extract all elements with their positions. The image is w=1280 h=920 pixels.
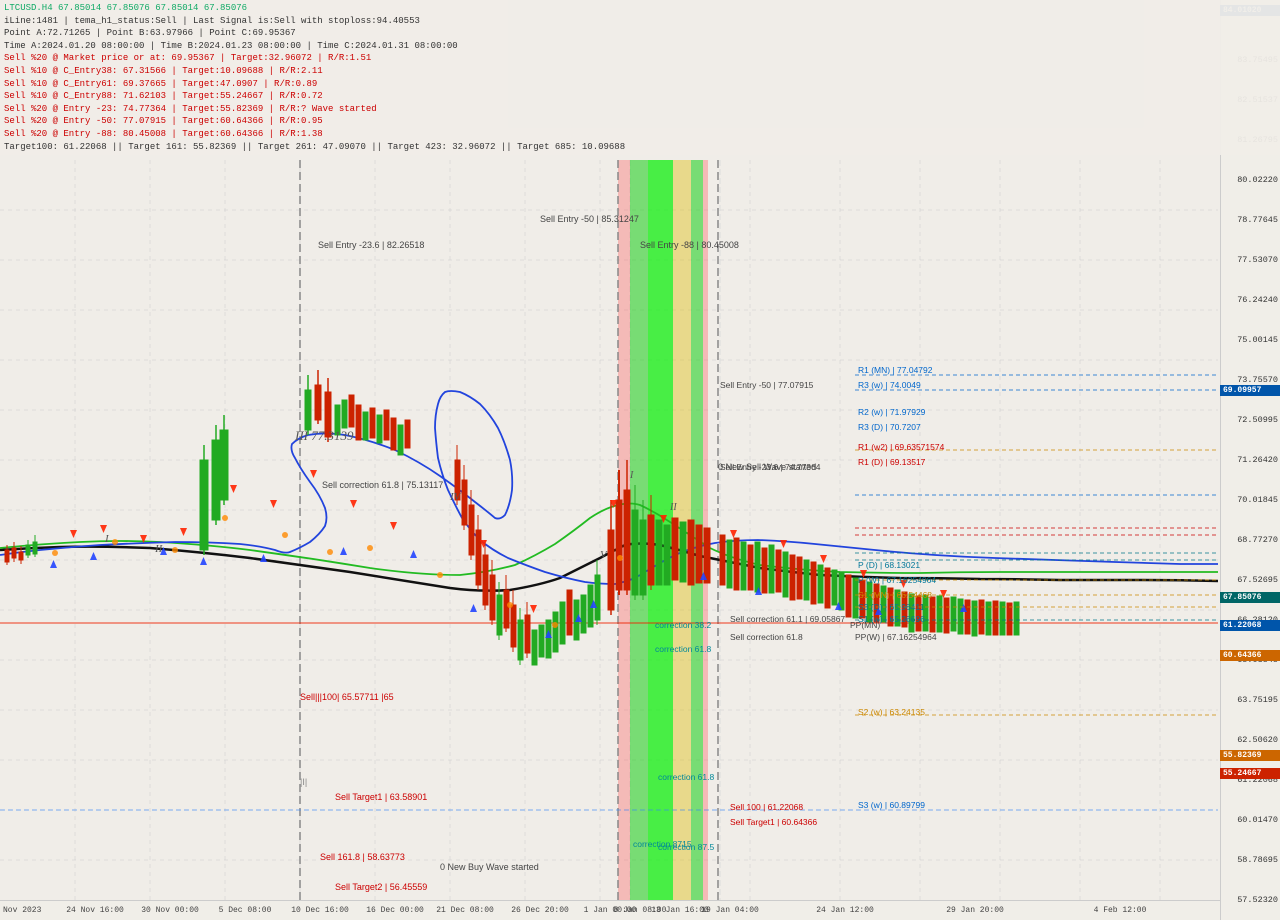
svg-text:Sell Target1 | 60.64366: Sell Target1 | 60.64366 <box>730 817 817 827</box>
info-line8: Sell %10 @ C_Entry88: 71.62103 | Target:… <box>4 90 1276 103</box>
svg-text:P (W) | 67.16254964: P (W) | 67.16254964 <box>858 575 936 585</box>
svg-text:P (D) | 68.13021: P (D) | 68.13021 <box>858 560 920 570</box>
svg-text:PP(W) | 67.16254964: PP(W) | 67.16254964 <box>855 632 937 642</box>
price-71: 71.26420 <box>1237 455 1278 465</box>
price-58: 58.78695 <box>1237 855 1278 865</box>
svg-text:R3 (D) | 70.7207: R3 (D) | 70.7207 <box>858 422 921 432</box>
x-label-10: 13 Jan 16:00 <box>651 906 709 915</box>
svg-text:correction 61.8: correction 61.8 <box>655 644 711 654</box>
info-line9: Sell %20 @ Entry -23: 74.77364 | Target:… <box>4 103 1276 116</box>
badge-69: 69.09957 <box>1220 385 1280 396</box>
price-80: 80.02220 <box>1237 175 1278 185</box>
x-label-7: 26 Dec 20:00 <box>511 906 569 915</box>
x-label-12: 24 Jan 12:00 <box>816 906 874 915</box>
svg-text:S2 (w) | 63.24135: S2 (w) | 63.24135 <box>858 707 925 717</box>
info-line11: Sell %20 @ Entry -88: 80.45008 | Target:… <box>4 128 1276 141</box>
svg-text:correction 38.2: correction 38.2 <box>655 620 711 630</box>
svg-text:Sell Target1 | 63.58901: Sell Target1 | 63.58901 <box>335 792 427 802</box>
x-label-14: 4 Feb 12:00 <box>1094 906 1147 915</box>
info-line3: Point A:72.71265 | Point B:63.97966 | Po… <box>4 27 1276 40</box>
svg-text:R2 (w) | 71.97929: R2 (w) | 71.97929 <box>858 407 926 417</box>
svg-text:R1 (D) | 69.13517: R1 (D) | 69.13517 <box>858 457 926 467</box>
price-chart: I II III 77.3139 IV V I II Sell correcti… <box>0 160 1218 900</box>
svg-text:Sell|||100| 65.57711 |65: Sell|||100| 65.57711 |65 <box>300 692 394 702</box>
price-68: 68.77270 <box>1237 535 1278 545</box>
badge-current: 67.85076 <box>1220 592 1280 603</box>
price-73: 73.75570 <box>1237 375 1278 385</box>
info-line5: Sell %20 @ Market price or at: 69.95367 … <box>4 52 1276 65</box>
price-57: 57.52320 <box>1237 895 1278 905</box>
x-label-4: 10 Dec 16:00 <box>291 906 349 915</box>
price-63: 63.75195 <box>1237 695 1278 705</box>
x-label-6: 21 Dec 08:00 <box>436 906 494 915</box>
price-75: 75.00145 <box>1237 335 1278 345</box>
info-line7: Sell %10 @ C_Entry61: 69.37665 | Target:… <box>4 78 1276 91</box>
x-label-11: 19 Jan 04:00 <box>701 906 759 915</box>
price-76: 76.24240 <box>1237 295 1278 305</box>
chart-title: LTCUSD.H4 67.85014 67.85076 67.85014 67.… <box>4 2 1276 15</box>
price-77: 77.53070 <box>1237 255 1278 265</box>
svg-text:Sell Entry -23.6 | 74.77364: Sell Entry -23.6 | 74.77364 <box>720 462 821 472</box>
top-bar: LTCUSD.H4 67.85014 67.85076 67.85014 67.… <box>0 0 1280 155</box>
svg-text:correction 8715: correction 8715 <box>633 839 692 849</box>
svg-text:correction 61.8: correction 61.8 <box>658 772 714 782</box>
svg-text:Sell correction 61.8: Sell correction 61.8 <box>730 632 803 642</box>
svg-text:Sell Entry -50 | 85.31247: Sell Entry -50 | 85.31247 <box>540 214 639 224</box>
svg-text:Sell 100 | 61.22068: Sell 100 | 61.22068 <box>730 802 803 812</box>
svg-text:II: II <box>669 502 677 513</box>
price-60: 60.01470 <box>1237 815 1278 825</box>
svg-text:Sell correction 61.8 | 75.1311: Sell correction 61.8 | 75.13117 <box>322 480 443 490</box>
svg-text:R1 (w2) | 69.63571574: R1 (w2) | 69.63571574 <box>858 442 945 452</box>
badge-55: 55.82369 <box>1220 750 1280 761</box>
svg-text:IV: IV <box>449 491 462 503</box>
info-line4: Time A:2024.01.20 08:00:00 | Time B:2024… <box>4 40 1276 53</box>
svg-text:S1 (MN) | 66.54468: S1 (MN) | 66.54468 <box>858 590 932 600</box>
price-70: 70.01845 <box>1237 495 1278 505</box>
x-label-13: 29 Jan 20:00 <box>946 906 1004 915</box>
x-label-3: 5 Dec 08:00 <box>219 906 272 915</box>
svg-text:Sell correction 61.1 | 69.0586: Sell correction 61.1 | 69.05867 <box>730 614 845 624</box>
x-label-2: 30 Nov 00:00 <box>141 906 199 915</box>
price-78: 78.77645 <box>1237 215 1278 225</box>
info-line6: Sell %10 @ C_Entry38: 67.31566 | Target:… <box>4 65 1276 78</box>
x-label-1: 24 Nov 16:00 <box>66 906 124 915</box>
svg-text:III 77.3139: III 77.3139 <box>294 428 354 443</box>
price-62: 62.50620 <box>1237 735 1278 745</box>
info-line12: Target100: 61.22068 || Target 161: 55.82… <box>4 141 1276 154</box>
svg-text:S1 (w) | 65.26696: S1 (w) | 65.26696 <box>858 614 925 624</box>
x-label-5: 16 Dec 00:00 <box>366 906 424 915</box>
info-line2: iLine:1481 | tema_h1_status:Sell | Last … <box>4 15 1276 28</box>
x-axis: 18 Nov 2023 24 Nov 16:00 30 Nov 00:00 5 … <box>0 900 1220 920</box>
svg-text:Sell Entry -50 | 77.07915: Sell Entry -50 | 77.07915 <box>720 380 814 390</box>
info-line10: Sell %20 @ Entry -50: 77.07915 | Target:… <box>4 115 1276 128</box>
svg-text:S3 (w) | 60.89799: S3 (w) | 60.89799 <box>858 800 925 810</box>
svg-text:II: II <box>154 543 164 555</box>
svg-text:R1 (MN) | 77.04792: R1 (MN) | 77.04792 <box>858 365 933 375</box>
svg-text:I: I <box>629 470 634 481</box>
chart-container: MARKET TRADE LTCUSD.H4 67.85014 67.85076… <box>0 0 1280 920</box>
svg-text:0 New Buy Wave started: 0 New Buy Wave started <box>440 862 539 872</box>
svg-text:S3 (D) | 65.96411: S3 (D) | 65.96411 <box>858 602 925 612</box>
svg-text:Sell Entry -23.6 | 82.26518: Sell Entry -23.6 | 82.26518 <box>318 240 424 250</box>
svg-text:Sell Target2 | 56.45559: Sell Target2 | 56.45559 <box>335 882 427 892</box>
price-67: 67.52695 <box>1237 575 1278 585</box>
badge-60: 60.64366 <box>1220 650 1280 661</box>
svg-text:R3 (w) | 74.0049: R3 (w) | 74.0049 <box>858 380 921 390</box>
x-label-0: 18 Nov 2023 <box>0 906 41 915</box>
svg-text:Sell Entry -88 | 80.45008: Sell Entry -88 | 80.45008 <box>640 240 739 250</box>
badge-61: 61.22068 <box>1220 620 1280 631</box>
svg-text:|I|: |I| <box>300 777 307 787</box>
price-72: 72.50995 <box>1237 415 1278 425</box>
svg-text:Sell 161.8 | 58.63773: Sell 161.8 | 58.63773 <box>320 852 405 862</box>
badge-55b: 55.24667 <box>1220 768 1280 779</box>
